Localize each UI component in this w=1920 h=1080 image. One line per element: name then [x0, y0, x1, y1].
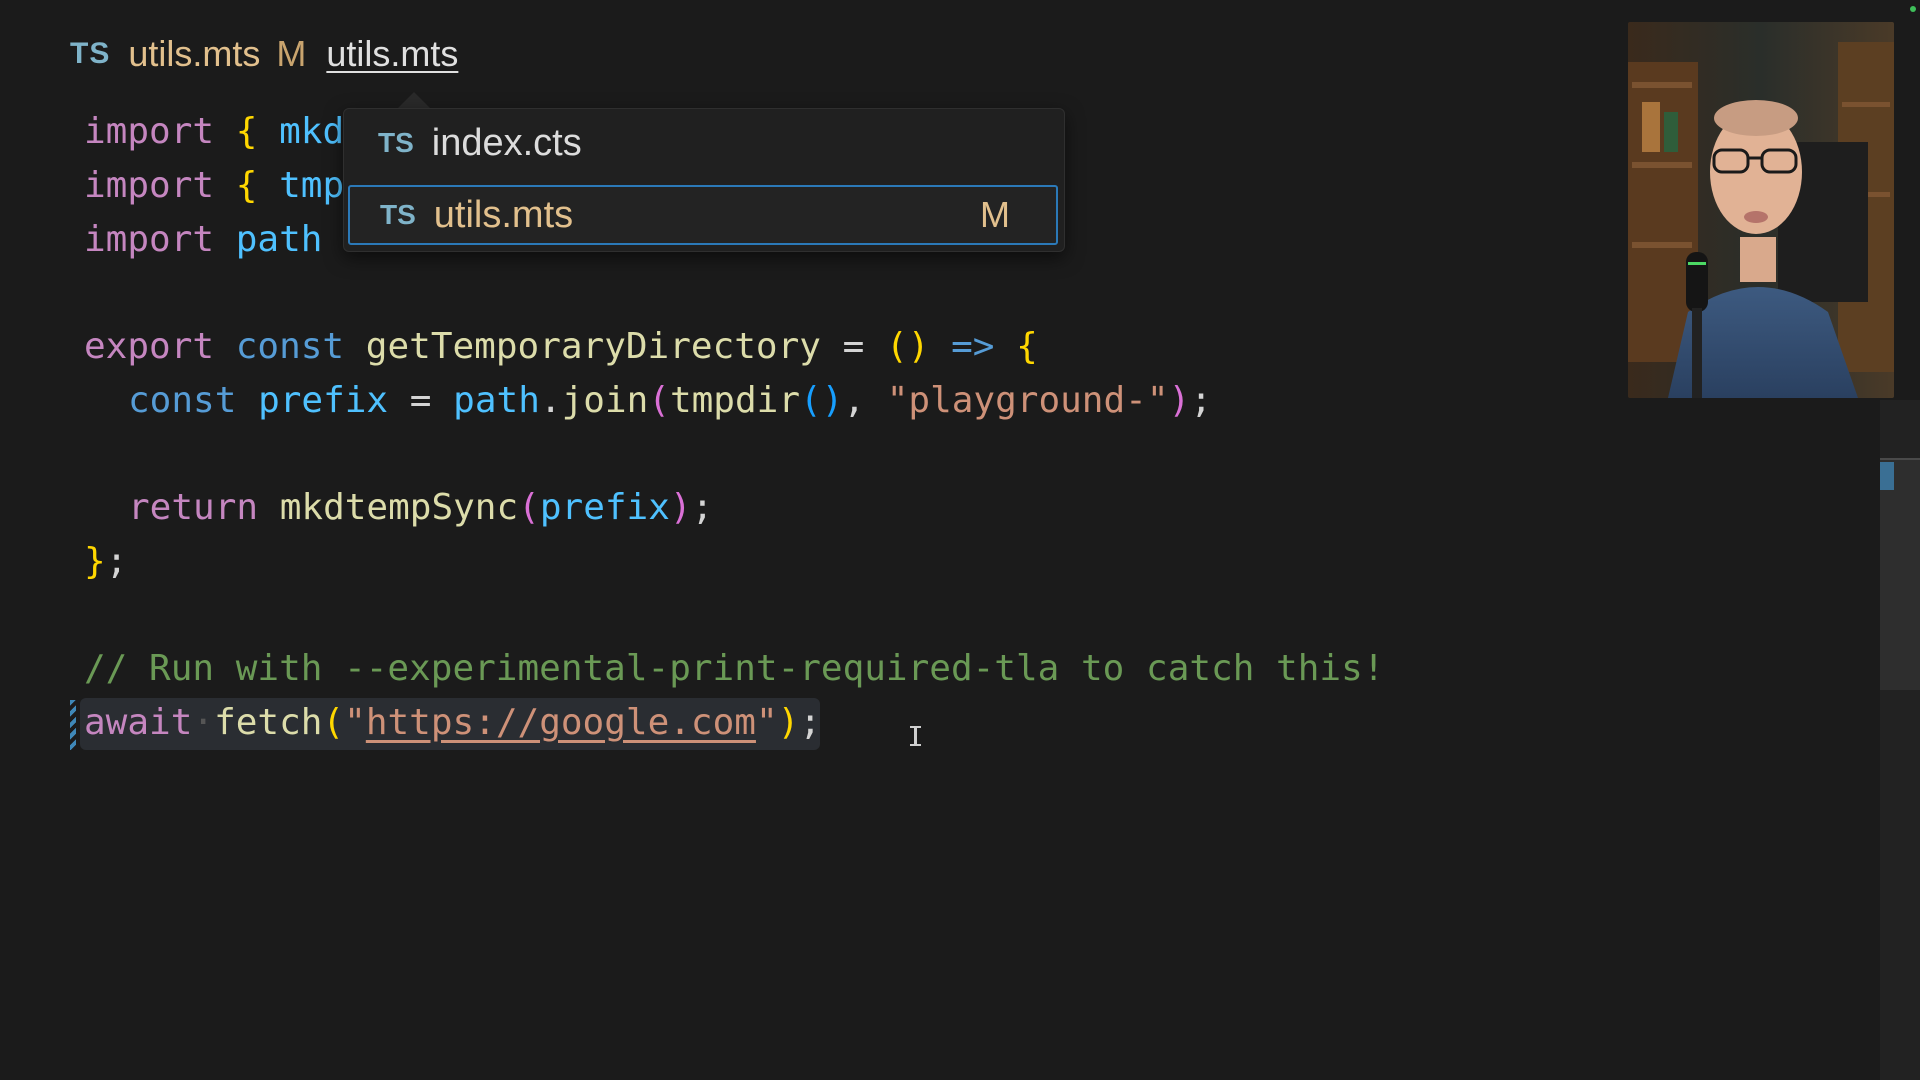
scrollbar-cursor-marker — [1880, 462, 1894, 490]
code-line-11[interactable]: // Run with --experimental-print-require… — [84, 642, 1384, 696]
dropdown-item-utils-mts[interactable]: TS utils.mts M — [348, 185, 1058, 245]
code-line-6[interactable]: const prefix = path.join(tmpdir(), "play… — [128, 374, 1212, 428]
code-line-5[interactable]: export const getTemporaryDirectory = () … — [84, 320, 1038, 374]
typescript-file-icon: TS — [70, 37, 111, 70]
dropdown-item-label: utils.mts — [433, 193, 574, 236]
dropdown-item-label: index.cts — [431, 121, 582, 164]
code-line-1[interactable]: import { mkd — [84, 105, 344, 159]
dropdown-item-modified-badge: M — [980, 194, 1010, 235]
breadcrumb-file[interactable]: utils.mts — [326, 33, 458, 75]
code-keyword: import — [84, 219, 215, 260]
dropdown-caret-icon — [398, 92, 430, 108]
breadcrumb-file-dropdown[interactable]: TS index.cts TS utils.mts M — [343, 108, 1065, 252]
code-line-3[interactable]: import path — [84, 213, 322, 267]
code-storage: const — [128, 380, 237, 421]
code-line-2[interactable]: import { tmp — [84, 159, 344, 213]
tab-modified-badge: M — [276, 33, 307, 74]
webcam-presenter-image — [1628, 22, 1894, 398]
code-identifier: tmp — [279, 165, 345, 206]
code-string: "playground-" — [886, 380, 1169, 421]
typescript-file-icon: TS — [378, 127, 414, 158]
code-keyword: await — [84, 702, 193, 743]
code-brace: { — [235, 111, 258, 152]
code-line-9[interactable]: }; — [84, 535, 127, 589]
code-identifier: mkd — [279, 111, 345, 152]
code-line-12[interactable]: await·fetch("https://google.com"); — [84, 696, 821, 750]
code-identifier: path — [235, 219, 323, 260]
code-storage: const — [235, 326, 345, 367]
dropdown-item-index-cts[interactable]: TS index.cts — [348, 113, 1058, 173]
scrollbar-thumb[interactable] — [1880, 460, 1920, 690]
tab-filename[interactable]: utils.mts — [128, 33, 260, 75]
text-cursor-icon — [910, 726, 921, 746]
code-keyword: export — [84, 326, 215, 367]
code-brace: { — [235, 165, 258, 206]
status-indicator-dot — [1910, 6, 1916, 12]
editor-tab-header: TS utils.mts M utils.mts — [70, 30, 458, 78]
code-variable: prefix — [258, 380, 389, 421]
code-keyword: import — [84, 111, 215, 152]
typescript-file-icon: TS — [380, 199, 416, 230]
gutter-modified-marker[interactable] — [70, 700, 76, 750]
code-line-8[interactable]: return mkdtempSync(prefix); — [128, 481, 713, 535]
code-function-name: getTemporaryDirectory — [365, 326, 821, 367]
webcam-video-overlay — [1628, 22, 1894, 398]
code-keyword: import — [84, 165, 215, 206]
code-comment: // Run with --experimental-print-require… — [84, 648, 1385, 689]
code-url-link[interactable]: https://google.com — [366, 702, 756, 743]
code-keyword: return — [128, 487, 259, 528]
